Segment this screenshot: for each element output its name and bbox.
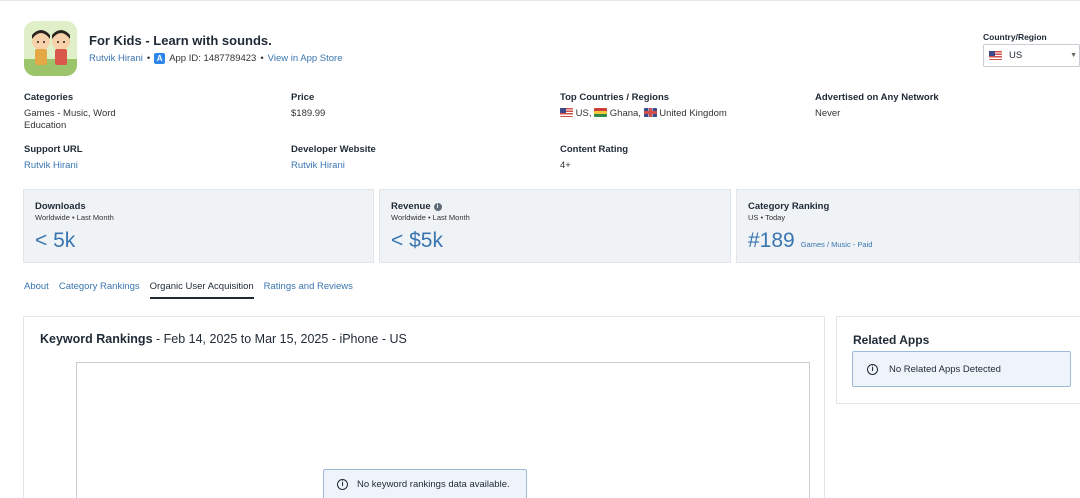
country-us: US, — [575, 108, 592, 119]
developer-website-link[interactable]: Rutvik Hirani — [291, 160, 345, 171]
tab-category-rankings[interactable]: Category Rankings — [59, 281, 140, 299]
related-apps-panel: Related Apps i No Related Apps Detected — [836, 316, 1080, 404]
support-url-cell: Support URL Rutvik Hirani — [24, 144, 83, 172]
support-url-link[interactable]: Rutvik Hirani — [24, 160, 78, 171]
top-countries-label: Top Countries / Regions — [560, 92, 670, 103]
country-ghana: Ghana, — [609, 108, 641, 119]
advertised-label: Advertised on Any Network — [815, 92, 939, 103]
keyword-rankings-panel: Keyword Rankings - Feb 14, 2025 to Mar 1… — [23, 316, 825, 498]
ranking-subtitle: US • Today — [748, 213, 786, 222]
ranking-title: Category Ranking — [748, 201, 830, 212]
chevron-down-icon: ▼ — [1070, 52, 1077, 59]
ranking-value-row: #189 Games / Music - Paid — [748, 229, 1068, 253]
app-title: For Kids - Learn with sounds. — [89, 33, 272, 48]
price-label: Price — [291, 92, 315, 103]
no-keyword-data-text: No keyword rankings data available. — [357, 478, 510, 490]
country-region-select[interactable]: US ▼ — [983, 44, 1080, 67]
ranking-category-link[interactable]: Games / Music - Paid — [801, 240, 873, 249]
app-store-icon: A — [154, 53, 166, 64]
price-value: $189.99 — [291, 108, 326, 119]
no-related-apps-alert: i No Related Apps Detected — [852, 351, 1071, 387]
country-region-label: Country/Region — [983, 32, 1047, 42]
developer-website-label: Developer Website — [291, 144, 376, 155]
app-icon — [24, 21, 77, 76]
developer-website-cell: Developer Website Rutvik Hirani — [291, 144, 376, 172]
revenue-card: Revenue i Worldwide • Last Month < $5k — [379, 189, 731, 263]
info-icon: i — [337, 478, 348, 490]
uk-flag-icon — [643, 108, 657, 117]
section-tabs: About Category Rankings Organic User Acq… — [24, 281, 353, 299]
content-rating-value: 4+ — [560, 160, 571, 171]
advertised-cell: Advertised on Any Network Never — [815, 92, 939, 120]
app-header: For Kids - Learn with sounds. Rutvik Hir… — [0, 0, 1080, 84]
no-keyword-data-alert: i No keyword rankings data available. — [323, 469, 527, 498]
keyword-rankings-heading: Keyword Rankings - Feb 14, 2025 to Mar 1… — [40, 332, 407, 346]
downloads-subtitle: Worldwide • Last Month — [35, 213, 114, 222]
country-selected-value: US — [1009, 50, 1023, 61]
keyword-rankings-range: - Feb 14, 2025 to Mar 15, 2025 - iPhone … — [152, 332, 407, 346]
tab-organic-user-acquisition[interactable]: Organic User Acquisition — [149, 281, 254, 299]
support-url-label: Support URL — [24, 144, 83, 155]
categories-value-2: Education — [24, 120, 67, 131]
revenue-value: < $5k — [391, 229, 443, 252]
downloads-title: Downloads — [35, 201, 86, 212]
top-countries-value: US, Ghana, United Kingdom — [560, 108, 727, 120]
meta-separator: • — [260, 53, 264, 64]
content-rating-label: Content Rating — [560, 144, 629, 155]
advertised-value: Never — [815, 108, 841, 119]
ghana-flag-icon — [594, 108, 608, 117]
category-ranking-card: Category Ranking US • Today #189 Games /… — [736, 189, 1080, 263]
content-rating-cell: Content Rating 4+ — [560, 144, 628, 172]
downloads-card: Downloads Worldwide • Last Month < 5k — [23, 189, 374, 263]
info-icon[interactable]: i — [433, 202, 442, 211]
ranking-value: #189 — [748, 229, 795, 252]
app-meta: Rutvik Hirani • A App ID: 1487789423 • V… — [89, 53, 343, 64]
categories-value-1: Games - Music, Word — [24, 108, 116, 119]
us-flag-icon — [560, 108, 573, 117]
view-in-app-store-link[interactable]: View in App Store — [268, 53, 343, 64]
no-related-apps-text: No Related Apps Detected — [889, 363, 1001, 375]
country-uk: United Kingdom — [659, 108, 727, 119]
downloads-value: < 5k — [35, 229, 76, 252]
info-icon: i — [867, 363, 878, 375]
tab-about[interactable]: About — [24, 281, 49, 299]
revenue-title: Revenue — [391, 201, 431, 212]
app-id: App ID: 1487789423 — [169, 53, 257, 64]
tab-ratings-and-reviews[interactable]: Ratings and Reviews — [264, 281, 353, 299]
developer-link[interactable]: Rutvik Hirani — [89, 53, 143, 64]
related-apps-title: Related Apps — [853, 333, 930, 347]
keyword-rankings-title: Keyword Rankings — [40, 332, 153, 346]
revenue-subtitle: Worldwide • Last Month — [391, 213, 470, 222]
categories-cell: Categories Games - Music, Word Education — [24, 92, 116, 132]
categories-label: Categories — [24, 92, 74, 103]
price-cell: Price $189.99 — [291, 92, 325, 120]
meta-separator: • — [146, 53, 151, 64]
us-flag-icon — [989, 51, 1002, 60]
revenue-title-row: Revenue i — [391, 201, 719, 212]
top-countries-cell: Top Countries / Regions US, Ghana, Unite… — [560, 92, 727, 120]
